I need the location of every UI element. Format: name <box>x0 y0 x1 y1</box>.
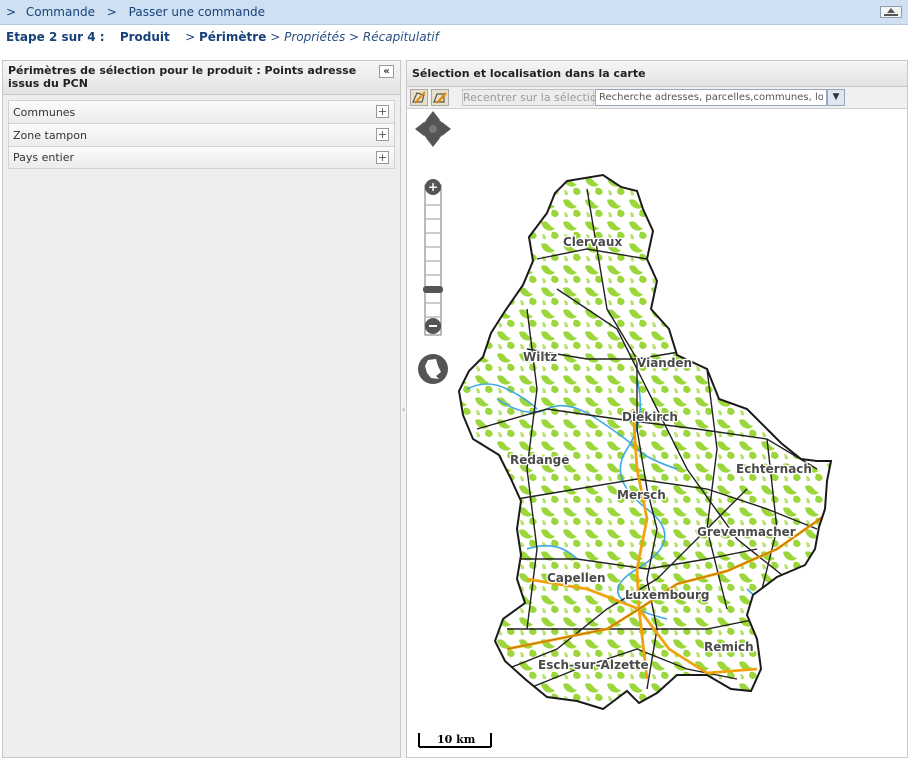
zoom-slider-track[interactable] <box>424 184 442 336</box>
step-separator: > <box>349 30 360 44</box>
step-recapitulatif: Récapitulatif <box>362 30 439 44</box>
town-label: Grevenmacher <box>697 525 796 539</box>
expand-plus-icon[interactable]: + <box>376 151 389 164</box>
collapse-arrow-icon <box>884 8 898 16</box>
town-label: Echternach <box>736 462 812 476</box>
map-toolbar: Recentrer sur la sélection ▼ <box>407 87 907 109</box>
town-label: Esch-sur-Alzette <box>538 658 649 672</box>
perimeter-accordion: Communes + Zone tampon + Pays entier + <box>8 100 395 169</box>
breadcrumb-commande-link[interactable]: Commande <box>26 5 95 19</box>
location-search-input[interactable] <box>595 89 827 106</box>
collapse-header-button[interactable] <box>880 6 902 18</box>
pan-down-arrow-icon[interactable] <box>426 138 440 147</box>
step-perimetre: Périmètre <box>198 30 267 44</box>
town-label: Mersch <box>617 488 666 502</box>
town-label: Wiltz <box>523 350 557 364</box>
zoom-slider-handle[interactable] <box>423 286 443 293</box>
town-label: Luxembourg <box>625 588 709 602</box>
accordion-item-zone-tampon[interactable]: Zone tampon + <box>8 123 395 146</box>
town-label: Clervaux <box>563 235 622 249</box>
breadcrumb-passer-commande-link[interactable]: Passer une commande <box>129 5 265 19</box>
step-produit[interactable]: Produit <box>120 30 170 44</box>
draw-polygon-button[interactable] <box>410 89 428 106</box>
accordion-item-pays-entier[interactable]: Pays entier + <box>8 146 395 169</box>
accordion-label: Zone tampon <box>13 128 87 142</box>
top-breadcrumb-bar: > Commande > Passer une commande <box>0 0 908 25</box>
svg-text:+: + <box>428 180 438 194</box>
town-label: Diekirch <box>622 410 678 424</box>
panel-header: Périmètres de sélection pour le produit … <box>3 61 400 95</box>
zoom-control[interactable]: + <box>423 179 443 336</box>
accordion-item-communes[interactable]: Communes + <box>8 100 395 123</box>
recenter-selection-button[interactable]: Recentrer sur la sélection <box>462 89 604 106</box>
step-separator: > <box>270 30 281 44</box>
map-panel: Sélection et localisation dans la carte … <box>406 60 908 758</box>
breadcrumb-prefix: > <box>6 5 17 19</box>
accordion-label: Communes <box>13 105 76 119</box>
scale-label: 10 km <box>437 733 476 746</box>
town-label: Redange <box>510 453 569 467</box>
luxembourg-map[interactable]: Clervaux Wiltz Vianden Diekirch Redange … <box>407 109 907 757</box>
draw-polygon-icon <box>412 91 426 104</box>
accordion-label: Pays entier <box>13 151 75 164</box>
breadcrumb-separator: > <box>106 5 117 19</box>
town-label: Vianden <box>637 356 692 370</box>
expand-plus-icon[interactable]: + <box>376 105 389 118</box>
breadcrumb: > Commande > Passer une commande <box>0 5 265 19</box>
pan-right-arrow-icon[interactable] <box>442 122 451 136</box>
pan-left-arrow-icon[interactable] <box>415 122 424 136</box>
map-panel-title: Sélection et localisation dans la carte <box>407 61 907 87</box>
step-indicator: Etape 2 sur 4 : Produit > Périmètre > Pr… <box>6 30 439 44</box>
pan-control[interactable] <box>415 111 451 147</box>
step-count-label: Etape 2 sur 4 : <box>6 30 105 44</box>
step-separator: > <box>185 30 196 44</box>
step-proprietes: Propriétés <box>284 30 346 44</box>
town-label: Remich <box>704 640 754 654</box>
collapse-panel-button[interactable]: « <box>379 65 394 78</box>
pan-up-arrow-icon[interactable] <box>426 111 440 120</box>
full-extent-button[interactable] <box>418 354 448 384</box>
expand-plus-icon[interactable]: + <box>376 128 389 141</box>
map-view[interactable]: Clervaux Wiltz Vianden Diekirch Redange … <box>407 109 907 757</box>
edit-polygon-icon <box>433 92 447 104</box>
panel-title: Périmètres de sélection pour le produit … <box>8 64 357 90</box>
splitter-handle-icon: ‹ <box>402 405 406 414</box>
town-label: Capellen <box>547 571 606 585</box>
selection-perimeters-panel: Périmètres de sélection pour le produit … <box>2 60 401 758</box>
edit-polygon-button[interactable] <box>431 89 449 106</box>
search-dropdown-button[interactable]: ▼ <box>827 89 845 106</box>
